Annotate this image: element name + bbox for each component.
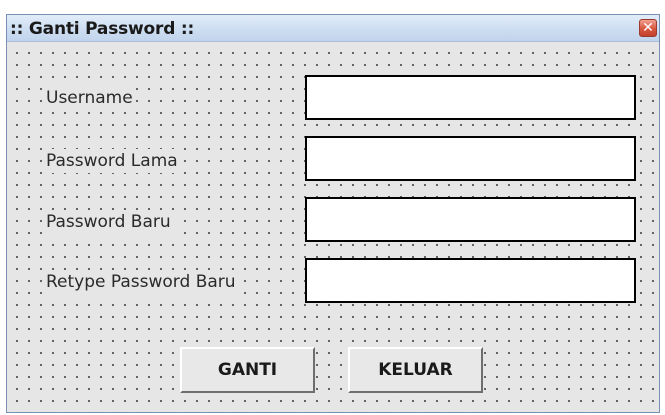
password-lama-label: Password Lama [43, 149, 181, 173]
title-bar[interactable]: :: Ganti Password :: ✕ [7, 15, 659, 42]
close-button[interactable]: ✕ [639, 19, 657, 37]
username-field[interactable] [305, 75, 636, 120]
password-lama-field[interactable] [305, 136, 636, 181]
ganti-button[interactable]: GANTI [180, 347, 315, 393]
ganti-password-window: :: Ganti Password :: ✕ Username Password… [6, 14, 660, 413]
password-baru-label: Password Baru [43, 210, 174, 234]
keluar-button[interactable]: KELUAR [348, 347, 483, 393]
username-label: Username [43, 86, 136, 110]
window-title: :: Ganti Password :: [10, 19, 195, 39]
retype-password-baru-label: Retype Password Baru [43, 270, 239, 294]
retype-password-baru-field[interactable] [305, 258, 636, 303]
close-icon: ✕ [642, 20, 654, 36]
form-area: Username Password Lama Password Baru Ret… [7, 42, 659, 412]
password-baru-field[interactable] [305, 197, 636, 242]
